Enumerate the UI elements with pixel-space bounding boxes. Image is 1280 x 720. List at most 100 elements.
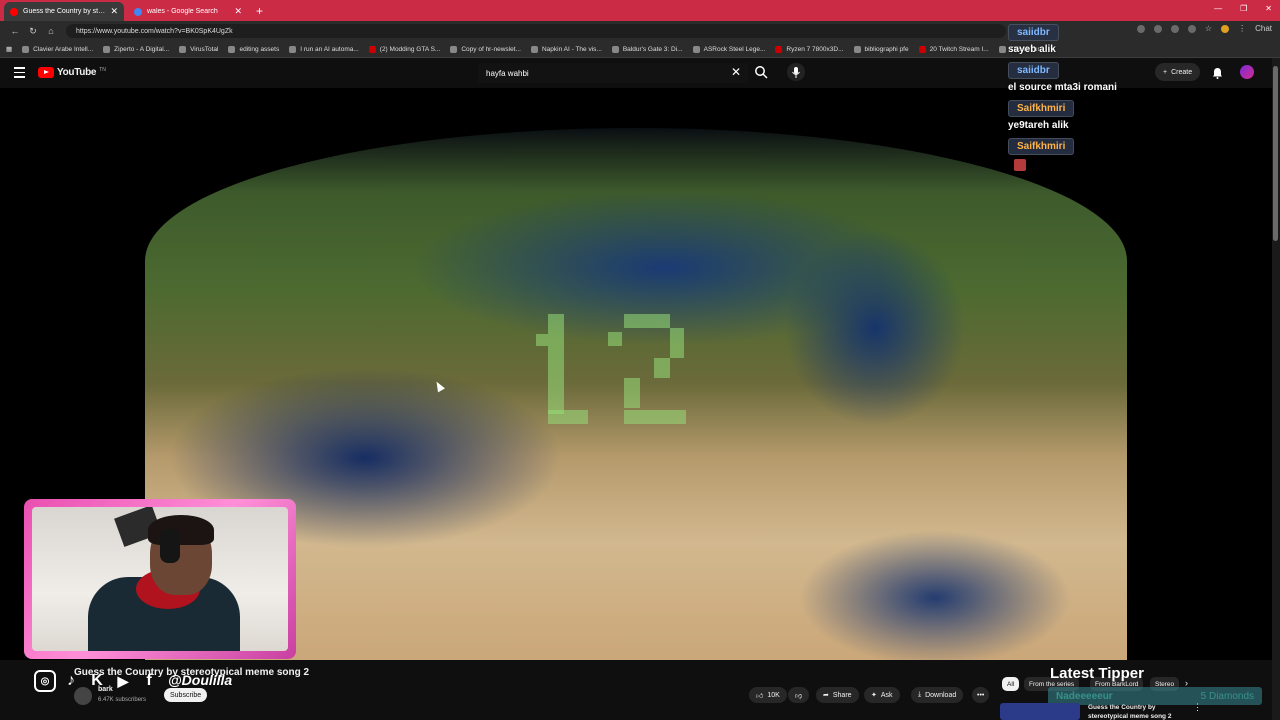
- bookmark-icon: [289, 45, 297, 53]
- bookmark-item[interactable]: I run an AI automa...: [289, 45, 359, 53]
- close-window-icon[interactable]: ✕: [1265, 4, 1272, 13]
- bookmark-item[interactable]: Ryzen 7 7800x3D...: [775, 45, 844, 53]
- recommended-title-line: stereotypical meme song 2: [1088, 713, 1172, 720]
- tipper-amount: 5 Diamonds: [1200, 690, 1254, 702]
- microphone-icon[interactable]: [787, 63, 805, 81]
- chat-username: saiidbr: [1008, 24, 1059, 41]
- recommended-title[interactable]: Guess the Country by stereotypical meme …: [1088, 703, 1171, 720]
- close-tab-icon[interactable]: ✕: [110, 6, 118, 17]
- bookmark-item[interactable]: 20 Twitch Stream I...: [918, 45, 989, 53]
- bookmark-item[interactable]: editing assets: [228, 45, 279, 53]
- bookmark-icon: [179, 45, 187, 53]
- subscriber-count: 6.47K subscribers: [98, 697, 147, 703]
- youtube-icon: [775, 45, 783, 53]
- reload-icon[interactable]: ↻: [24, 26, 42, 37]
- folder-icon: [853, 45, 861, 53]
- latest-tipper-label: Latest Tipper: [1050, 665, 1144, 682]
- bookmark-item[interactable]: Baldur's Gate 3: Di...: [611, 45, 683, 53]
- window-controls: — ❐ ✕: [1214, 4, 1272, 13]
- apps-icon[interactable]: ▦: [6, 45, 12, 53]
- tab-title: wales - Google Search: [147, 8, 218, 15]
- bookmark-item[interactable]: Clavier Arabe Intell...: [22, 45, 93, 53]
- pixel-letter: [548, 314, 564, 414]
- chat-text: ye9tareh alik: [1008, 120, 1069, 131]
- folder-icon: [228, 45, 236, 53]
- more-actions-button[interactable]: •••: [972, 687, 990, 703]
- pixel-letter: [670, 328, 684, 358]
- pixel-letter: [608, 332, 622, 346]
- video-info-section: Guess the Country by stereotypical meme …: [0, 660, 1280, 720]
- webcam-feed: [32, 507, 288, 651]
- tab-title: Guess the Country by stereoty: [23, 8, 106, 15]
- bookmark-icon: [998, 45, 1006, 53]
- recommended-thumbnail[interactable]: [1000, 703, 1080, 720]
- chat-message: Saifkhmiri ye9tareh alik: [1008, 98, 1264, 131]
- close-tab-icon[interactable]: ✕: [234, 6, 242, 17]
- bookmark-item[interactable]: Napkin AI - The vis...: [530, 45, 602, 53]
- pixel-letter: [536, 334, 548, 346]
- chat-message: saiidbr el source mta3i romani: [1008, 60, 1264, 93]
- pixel-letter: [624, 378, 640, 408]
- stream-chat-overlay: saiidbr sayeb alik saiidbr el source mta…: [1008, 22, 1264, 176]
- chat-username: Saifkhmiri: [1008, 100, 1075, 117]
- youtube-logo[interactable]: YouTube TN: [38, 67, 106, 78]
- download-button[interactable]: ⤓ Download: [911, 687, 964, 703]
- chat-text: el source mta3i romani: [1008, 82, 1117, 93]
- headset-icon: [160, 529, 180, 563]
- instagram-icon: ◎: [34, 670, 56, 692]
- new-tab-icon[interactable]: +: [256, 4, 263, 18]
- bookmark-item[interactable]: ASRock Steel Lege...: [692, 45, 765, 53]
- youtube-play-logo-icon: [38, 67, 54, 78]
- bookmark-icon: [450, 45, 458, 53]
- page-scrollbar[interactable]: [1272, 58, 1280, 720]
- search-icon[interactable]: [754, 65, 768, 79]
- bookmark-item[interactable]: Ziperto - A Digital...: [103, 45, 169, 53]
- chat-username: saiidbr: [1008, 62, 1059, 79]
- bookmark-icon: [530, 45, 538, 53]
- chat-username: Saifkhmiri: [1008, 138, 1075, 155]
- back-icon[interactable]: ←: [6, 26, 24, 36]
- bookmark-icon: [103, 45, 111, 53]
- subscribe-button[interactable]: Subscribe: [164, 688, 208, 702]
- youtube-icon: [918, 45, 926, 53]
- bookmark-item[interactable]: Copy of hr-newslet...: [450, 45, 521, 53]
- menu-icon[interactable]: [14, 67, 25, 78]
- bookmark-icon: [22, 45, 30, 53]
- url-text: https://www.youtube.com/watch?v=BK0SpK4U…: [76, 27, 233, 35]
- url-field[interactable]: https://www.youtube.com/watch?v=BK0SpK4U…: [66, 24, 1006, 38]
- more-dots-icon: •••: [977, 691, 985, 699]
- scrollbar-thumb[interactable]: [1273, 66, 1278, 241]
- webcam-overlay: [24, 499, 296, 659]
- ask-button[interactable]: ✦ Ask: [864, 687, 900, 703]
- search-input[interactable]: [478, 63, 748, 83]
- like-count: 10K: [767, 691, 780, 699]
- pixel-letter: [654, 358, 670, 378]
- bookmark-item[interactable]: (2) Modding GTA S...: [368, 45, 440, 53]
- tab-google-search[interactable]: wales - Google Search ✕: [128, 2, 248, 21]
- restore-icon[interactable]: ❐: [1240, 4, 1247, 13]
- youtube-icon: ▶: [117, 672, 129, 689]
- region-code: TN: [99, 67, 106, 73]
- facebook-icon: f: [146, 672, 152, 689]
- ask-label: Ask: [880, 691, 893, 699]
- like-button[interactable]: 👍︎ 10K: [749, 687, 787, 703]
- share-label: Share: [832, 691, 852, 699]
- home-icon[interactable]: ⌂: [42, 26, 60, 36]
- bookmark-item[interactable]: bibliographi pfe: [853, 45, 909, 53]
- tab-youtube[interactable]: Guess the Country by stereoty ✕: [4, 2, 124, 21]
- bookmark-icon: [611, 45, 619, 53]
- share-button[interactable]: ➦ Share: [816, 687, 859, 703]
- youtube-wordmark: YouTube: [57, 67, 97, 78]
- pixel-letter: [548, 410, 588, 424]
- download-icon: ⤓: [918, 691, 922, 698]
- chat-message: Saifkhmiri: [1008, 136, 1264, 171]
- chip-all[interactable]: All: [1002, 677, 1020, 691]
- dislike-button[interactable]: 👎︎: [788, 687, 810, 703]
- bookmark-item[interactable]: VirusTotal: [179, 45, 218, 53]
- page: Guess the Country by stereoty ✕ wales - …: [0, 0, 1280, 720]
- recommended-menu-icon[interactable]: ⋮: [1193, 702, 1202, 713]
- sparkle-icon: ✦: [871, 692, 877, 699]
- social-handle: @Doulilla: [168, 672, 233, 688]
- minimize-icon[interactable]: —: [1214, 4, 1222, 13]
- clear-search-icon[interactable]: ✕: [731, 65, 741, 79]
